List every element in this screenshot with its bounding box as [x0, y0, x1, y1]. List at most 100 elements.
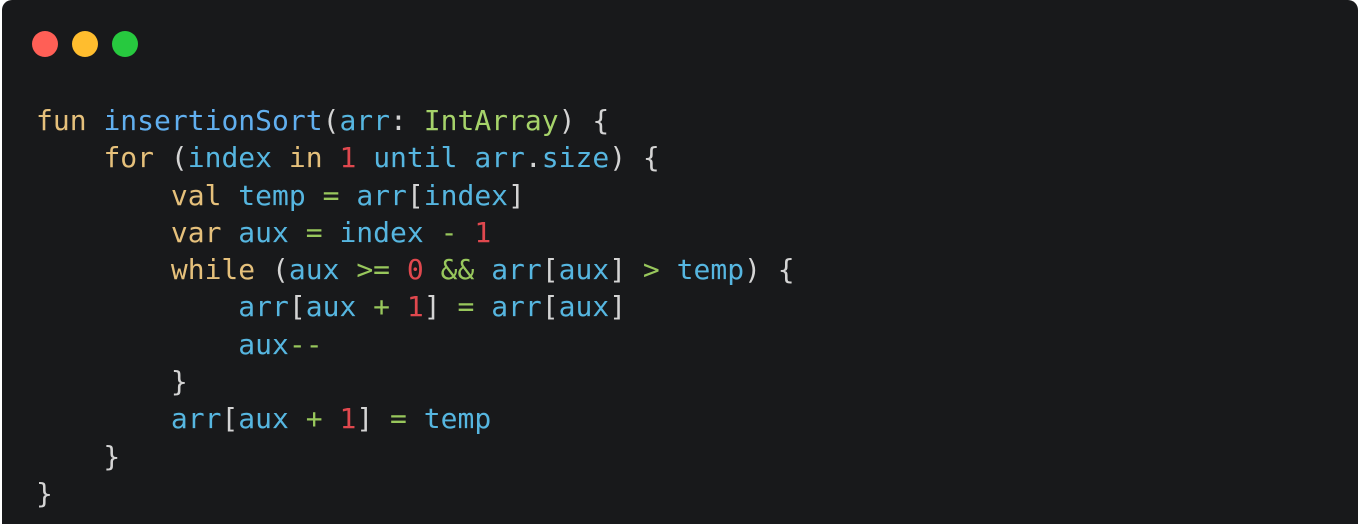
minimize-button[interactable]	[72, 31, 98, 57]
code-token: in	[288, 141, 323, 175]
code-line: var aux = index - 1	[36, 214, 795, 251]
code-token: =	[390, 402, 407, 436]
code-token: index	[187, 141, 273, 175]
code-token: aux	[238, 215, 289, 249]
code-token: ) {	[744, 253, 795, 287]
code-line: }	[36, 363, 795, 400]
code-token: }	[36, 365, 188, 399]
code-token: ) {	[558, 104, 610, 137]
code-token: for	[103, 141, 155, 175]
code-token: insertionSort	[103, 104, 323, 137]
code-line: }	[36, 475, 795, 512]
code-token: while	[170, 253, 256, 287]
code-token: temp	[676, 253, 745, 287]
code-token: [	[406, 178, 424, 212]
code-token: [	[288, 290, 306, 324]
code-token: +	[305, 402, 323, 436]
code-token: ]	[423, 290, 458, 324]
code-token: (	[255, 253, 289, 287]
code-line: }	[36, 438, 795, 475]
code-token: ]	[609, 253, 643, 287]
code-token: aux	[238, 402, 289, 436]
code-token: index	[339, 215, 424, 249]
maximize-button[interactable]	[112, 31, 138, 57]
code-token: arr	[238, 290, 289, 324]
code-token: aux	[288, 253, 340, 287]
code-line: while (aux >= 0 && arr[aux] > temp) {	[36, 251, 795, 288]
code-token: temp	[423, 402, 492, 436]
code-token: aux	[558, 253, 610, 287]
code-line: aux--	[36, 326, 795, 363]
code-line: arr[aux + 1] = temp	[36, 400, 795, 437]
code-token: ]	[508, 178, 525, 212]
code-token: (	[322, 104, 340, 137]
code-token: 1	[339, 141, 357, 175]
code-token: -	[440, 215, 458, 249]
code-token: ) {	[609, 141, 660, 175]
code-token: aux	[558, 290, 610, 324]
code-token: aux	[305, 290, 357, 324]
code-token: --	[288, 327, 323, 361]
code-token: IntArray	[423, 104, 559, 137]
code-token: arr	[491, 290, 542, 324]
code-token: =	[322, 178, 340, 212]
code-token: }	[36, 439, 121, 473]
code-token: fun	[36, 104, 87, 137]
code-token: arr	[170, 402, 222, 436]
code-token: >	[642, 253, 660, 287]
code-token: 0	[406, 253, 424, 287]
code-token: index	[423, 178, 509, 212]
code-token: .	[524, 141, 542, 175]
code-token: var	[170, 215, 222, 249]
code-token: temp	[238, 178, 306, 212]
close-button[interactable]	[32, 31, 58, 57]
code-token: [	[541, 290, 559, 324]
code-token: ]	[356, 402, 391, 436]
code-token: 1	[406, 290, 424, 324]
code-line: for (index in 1 until arr.size) {	[36, 139, 795, 176]
code-token: =	[305, 215, 323, 249]
code-token: aux	[238, 327, 289, 361]
window-controls	[32, 31, 138, 57]
code-token: until	[373, 141, 458, 175]
code-token: &&	[440, 253, 475, 287]
code-token: [	[541, 253, 559, 287]
code-token: (	[154, 141, 188, 175]
code-token: arr	[474, 141, 525, 175]
code-window: fun insertionSort(arr: IntArray) { for (…	[2, 0, 1358, 524]
code-token: =	[457, 290, 475, 324]
code-block: fun insertionSort(arr: IntArray) { for (…	[36, 102, 795, 512]
code-token: }	[36, 476, 53, 510]
code-token: arr	[356, 178, 407, 212]
code-token: ]	[609, 290, 627, 324]
code-token: arr	[491, 253, 542, 287]
